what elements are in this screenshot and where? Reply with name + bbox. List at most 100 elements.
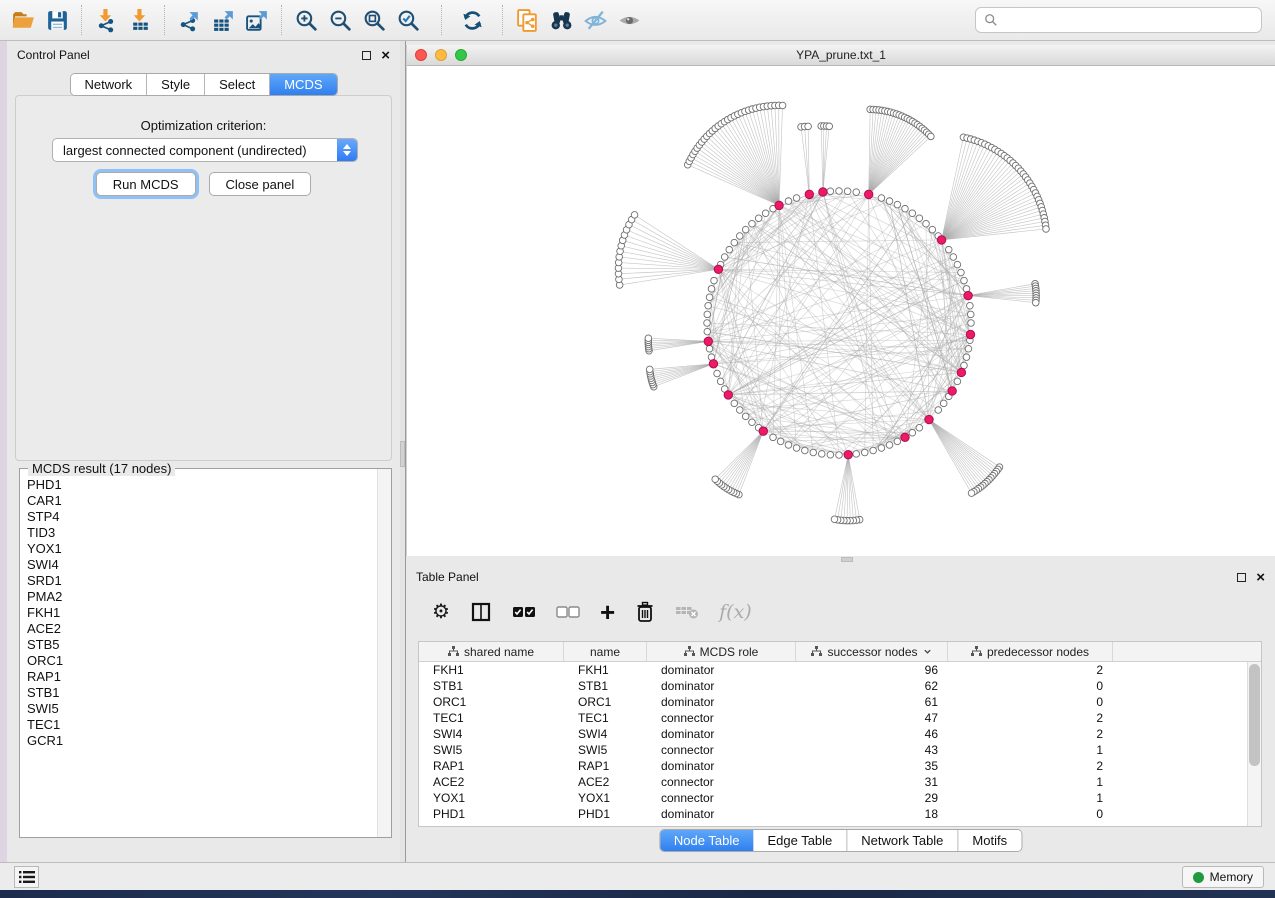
tab-node-table[interactable]: Node Table [660,830,754,851]
network-node[interactable] [861,449,868,456]
network-node[interactable] [836,188,843,195]
splitter-grip[interactable] [400,441,405,467]
network-node[interactable] [945,246,952,253]
network-node[interactable] [870,447,877,454]
network-node[interactable] [708,286,715,293]
network-node[interactable] [958,269,965,276]
table-row[interactable]: SWI5SWI5connector431 [419,742,1261,758]
network-node[interactable] [961,277,968,284]
hide-details-button[interactable] [578,3,612,37]
mcds-hub-node[interactable] [704,337,712,345]
settings-gear-button[interactable]: ⚙ [432,597,450,627]
network-node[interactable] [749,419,756,426]
mcds-hub-node[interactable] [709,360,717,368]
table-row[interactable]: ORC1ORC1dominator610 [419,694,1261,710]
mcds-hub-node[interactable] [901,433,909,441]
select-all-button[interactable] [512,597,536,627]
mcds-result-item[interactable]: ORC1 [27,653,376,669]
mcds-hub-node[interactable] [724,391,732,399]
mcds-hub-node[interactable] [948,387,956,395]
import-table-button[interactable] [123,3,157,37]
network-node[interactable] [802,447,809,454]
network-node[interactable] [779,102,786,109]
mcds-result-item[interactable]: CAR1 [27,493,376,509]
network-node[interactable] [961,362,968,369]
network-node[interactable] [777,438,784,445]
network-node[interactable] [827,188,834,195]
network-node[interactable] [844,188,851,195]
open-session-button[interactable] [6,3,40,37]
network-node[interactable] [818,451,825,458]
network-node[interactable] [726,246,733,253]
network-node[interactable] [731,239,738,246]
mcds-result-item[interactable]: YOX1 [27,541,376,557]
tab-style[interactable]: Style [147,74,205,95]
export-table-button[interactable] [206,3,240,37]
network-node[interactable] [909,210,916,217]
zoom-fit-button[interactable] [357,3,391,37]
mcds-hub-node[interactable] [964,291,972,299]
tab-network[interactable]: Network [70,74,147,95]
network-node[interactable] [950,254,957,261]
search-input[interactable] [998,9,1261,31]
show-details-button[interactable] [612,3,646,37]
network-node[interactable] [770,434,777,441]
network-node[interactable] [940,400,947,407]
network-node[interactable] [894,438,901,445]
mcds-hub-node[interactable] [775,201,783,209]
network-node[interactable] [631,212,638,219]
column-header-name[interactable]: name [564,642,647,661]
network-node[interactable] [923,220,930,227]
network-node[interactable] [853,189,860,196]
network-node[interactable] [827,451,834,458]
refresh-button[interactable] [455,3,489,37]
table-row[interactable]: PHD1PHD1dominator180 [419,806,1261,822]
network-node[interactable] [712,476,719,483]
delete-column-button[interactable] [635,597,655,627]
mcds-hub-node[interactable] [819,188,827,196]
network-node[interactable] [967,302,974,309]
network-node[interactable] [646,366,653,373]
table-row[interactable]: ACE2ACE2connector311 [419,774,1261,790]
table-row[interactable]: YOX1YOX1connector291 [419,790,1261,806]
mcds-hub-node[interactable] [957,368,965,376]
close-panel-icon[interactable]: × [381,51,390,60]
network-node[interactable] [645,335,652,342]
float-panel-icon[interactable] [1237,573,1246,582]
column-selector-button[interactable] [470,597,492,627]
network-node[interactable] [967,311,974,318]
tab-mcds[interactable]: MCDS [270,74,336,95]
criterion-dropdown[interactable]: largest connected component (undirected) [52,138,358,162]
network-node[interactable] [731,400,738,407]
network-node[interactable] [968,490,975,497]
network-node[interactable] [902,205,909,212]
horizontal-splitter[interactable] [406,556,1275,563]
mcds-result-item[interactable]: STP4 [27,509,376,525]
mcds-result-item[interactable]: STB5 [27,637,376,653]
mcds-result-item[interactable]: SWI4 [27,557,376,573]
float-panel-icon[interactable] [362,51,371,60]
mcds-hub-node[interactable] [966,330,974,338]
mcds-list-scrollbar[interactable] [377,469,391,837]
network-node[interactable] [853,451,860,458]
network-node[interactable] [810,449,817,456]
network-node[interactable] [836,452,843,459]
network-node[interactable] [928,133,935,140]
zoom-selected-button[interactable] [391,3,425,37]
network-node[interactable] [929,226,936,233]
network-node[interactable] [886,442,893,449]
network-node[interactable] [1032,299,1039,306]
network-node[interactable] [909,429,916,436]
mcds-result-item[interactable]: FKH1 [27,605,376,621]
task-history-button[interactable] [14,866,39,888]
column-header-successor-nodes[interactable]: successor nodes [796,642,948,661]
mcds-hub-node[interactable] [864,190,872,198]
network-node[interactable] [706,294,713,301]
network-node[interactable] [916,215,923,222]
mcds-result-item[interactable]: SRD1 [27,573,376,589]
network-node[interactable] [793,195,800,202]
table-row[interactable]: RAP1RAP1dominator352 [419,758,1261,774]
network-node[interactable] [705,302,712,309]
tab-select[interactable]: Select [205,74,270,95]
export-network-button[interactable] [172,3,206,37]
